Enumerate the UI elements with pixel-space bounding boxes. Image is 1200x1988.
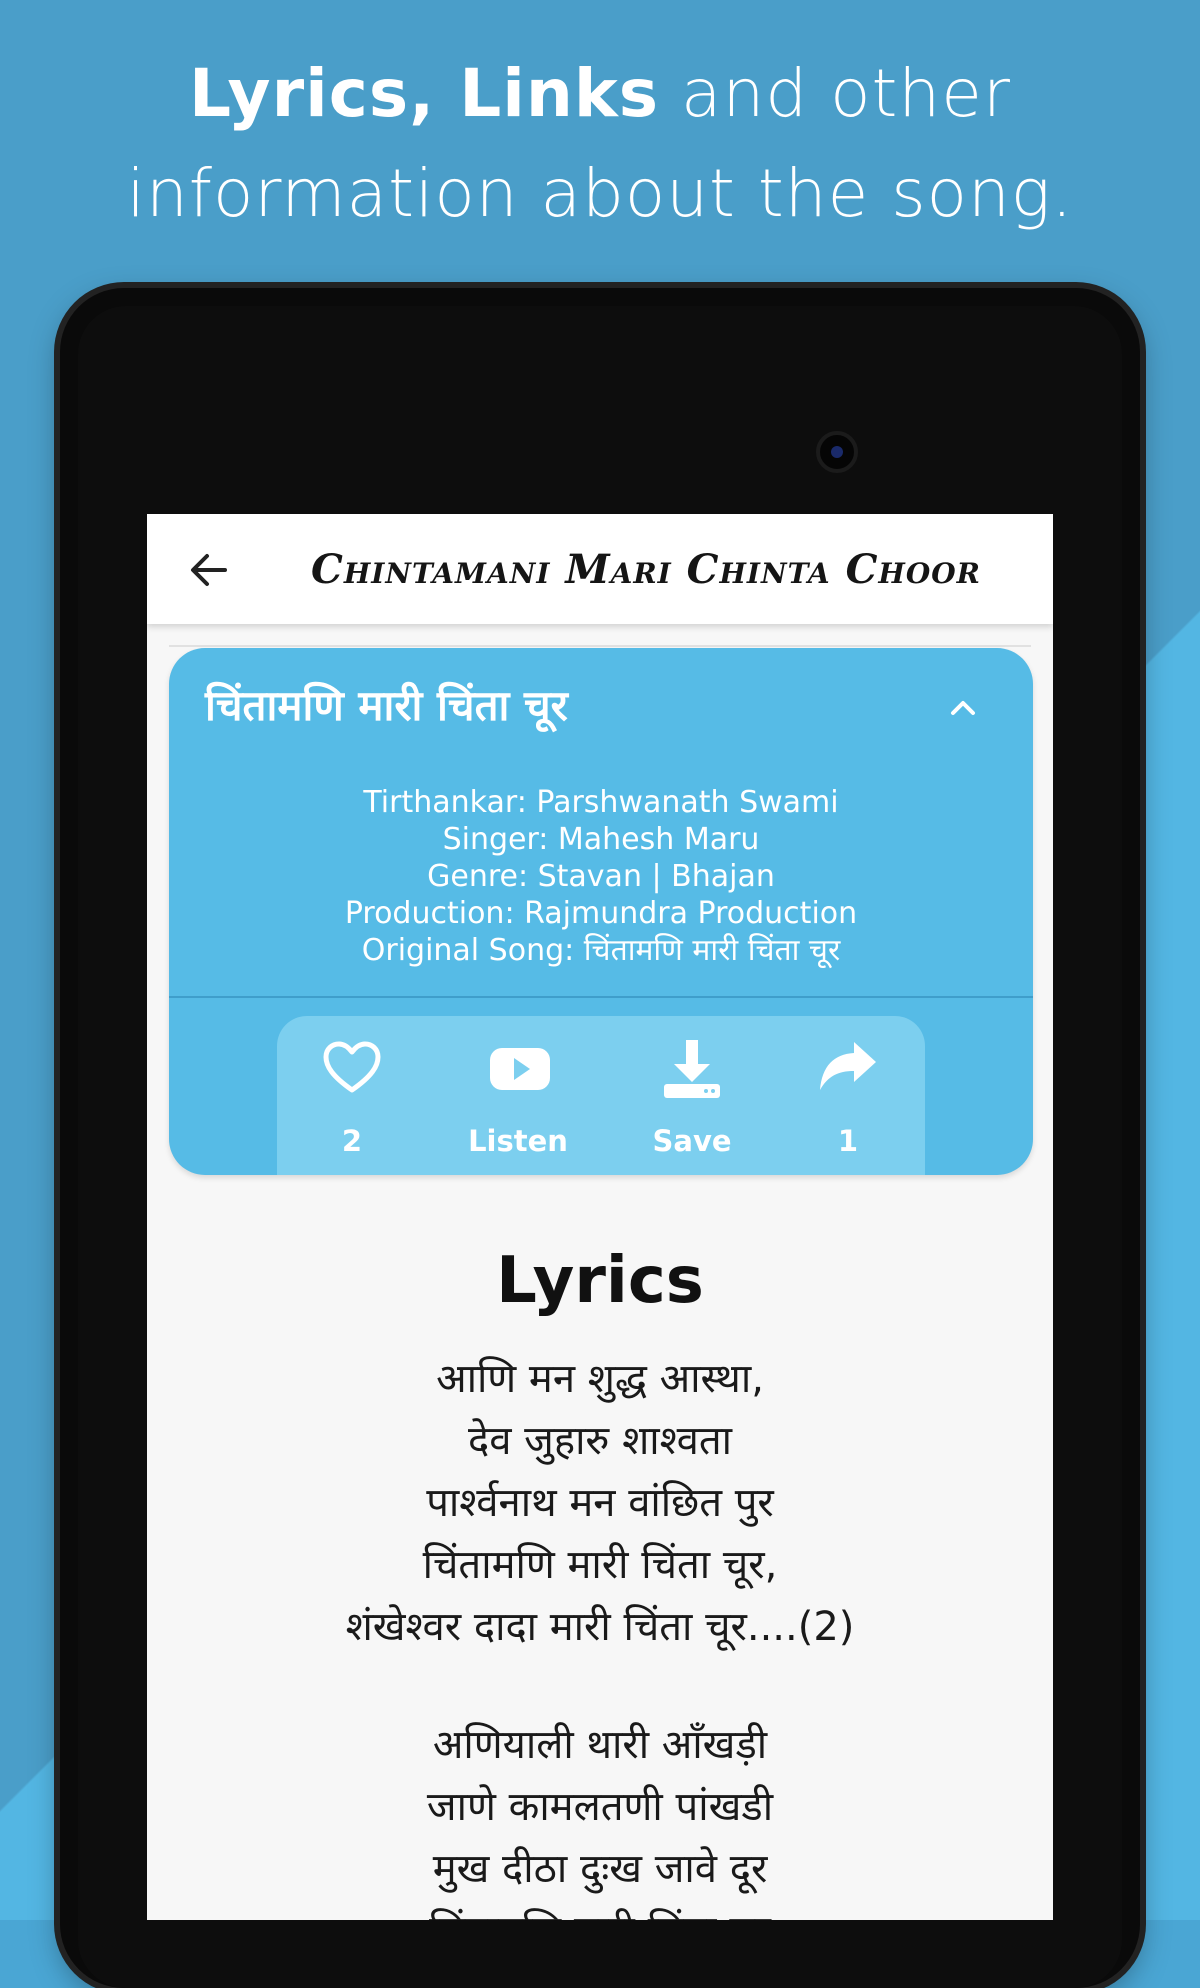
divider — [169, 645, 1031, 647]
lyric-line: आणि मन शुद्ध आस्था, — [436, 1356, 764, 1402]
tirthankar-text: Tirthankar: Parshwanath Swami — [363, 785, 839, 820]
lyric-line: देव जुहारु शाश्वता — [467, 1418, 733, 1464]
share-button[interactable]: 1 — [773, 1016, 923, 1166]
share-count: 1 — [837, 1124, 859, 1158]
heart-icon — [323, 1041, 381, 1093]
lyric-line: चिंतामणि मारी चिंता चूर — [147, 1900, 1053, 1920]
headline-line2: information about the song. — [126, 155, 1074, 232]
lyrics-heading: Lyrics — [496, 1244, 704, 1318]
production-text: Production: Rajmundra Production — [344, 896, 858, 931]
listen-button[interactable]: Listen — [443, 1016, 593, 1166]
lyric-line: अणियाली थारी आँखड़ी — [432, 1722, 768, 1768]
song-details: Tirthankar: Parshwanath Swami Singer: Ma… — [169, 784, 1033, 969]
genre-text: Genre: Stavan | Bhajan — [427, 859, 775, 894]
promo-headline: Lyrics, Links and other information abou… — [0, 44, 1200, 244]
save-button[interactable]: Save — [617, 1016, 767, 1166]
headline-bold: Lyrics, Links — [188, 55, 660, 132]
back-button[interactable] — [183, 544, 235, 596]
youtube-play-icon — [490, 1048, 550, 1090]
app-bar: Chintamani Mari Chinta Choor — [147, 514, 1053, 624]
download-icon — [664, 1040, 720, 1098]
lyrics-stanza: आणि मन शुद्ध आस्था, देव जुहारु शाश्वता प… — [147, 1348, 1053, 1658]
lyrics-body: आणि मन शुद्ध आस्था, देव जुहारु शाश्वता प… — [147, 1348, 1053, 1920]
lyric-line: चिंतामणि मारी चिंता चूर, — [422, 1542, 778, 1588]
original-song-text: Original Song: चिंतामणि मारी चिंता चूर — [361, 933, 841, 968]
like-button[interactable]: 2 — [277, 1016, 427, 1166]
like-count: 2 — [341, 1124, 363, 1158]
song-info-card: चिंतामणि मारी चिंता चूर Tirthankar: Pars… — [169, 648, 1033, 1175]
chevron-up-icon — [951, 701, 975, 715]
lyric-line: शंखेश्वर दादा मारी चिंता चूर....(2) — [345, 1604, 855, 1650]
page-title: Chintamani Mari Chinta Choor — [311, 546, 981, 593]
camera-icon — [816, 431, 858, 473]
lyric-line: पार्श्वनाथ मन वांछित पुर — [426, 1480, 774, 1526]
share-icon — [820, 1042, 876, 1090]
singer-text: Singer: Mahesh Maru — [442, 822, 760, 857]
app-screen: Chintamani Mari Chinta Choor चिंतामणि मा… — [147, 514, 1053, 1920]
headline-rest: and other — [659, 55, 1012, 132]
card-divider — [169, 996, 1033, 998]
actions-panel: 2 Listen Save 1 — [277, 1016, 925, 1175]
lyric-line: जाणे कामलतणी पांखडी — [426, 1784, 774, 1830]
collapse-button[interactable] — [945, 692, 981, 722]
song-title: चिंतामणि मारी चिंता चूर — [205, 681, 568, 730]
lyric-line: मुख दीठा दुःख जावे दूर — [432, 1846, 768, 1892]
save-label: Save — [652, 1124, 732, 1158]
lyrics-stanza: अणियाली थारी आँखड़ी जाणे कामलतणी पांखडी … — [147, 1714, 1053, 1920]
arrow-left-icon — [191, 554, 227, 586]
listen-label: Listen — [468, 1124, 568, 1158]
